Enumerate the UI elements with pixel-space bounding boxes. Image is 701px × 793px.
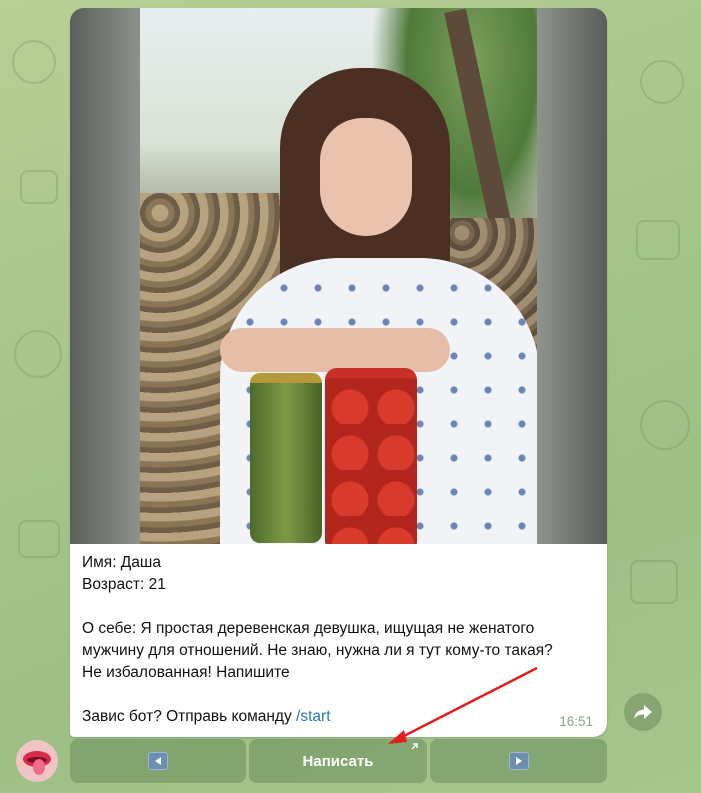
profile-about-line: Не избалованная! Напишите <box>82 664 290 681</box>
right-arrow-icon <box>508 752 529 770</box>
previous-button[interactable] <box>70 739 246 783</box>
background-doodle <box>14 330 62 378</box>
write-button[interactable]: Написать <box>249 739 427 783</box>
background-doodle <box>18 520 60 558</box>
background-doodle <box>636 220 680 260</box>
forward-button[interactable] <box>624 693 662 731</box>
message-text: Имя: Даша Возраст: 21 О себе: Я простая … <box>70 544 607 728</box>
background-doodle <box>640 400 690 450</box>
background-doodle <box>630 560 678 604</box>
photo-blur-right <box>537 8 607 544</box>
lips-icon <box>23 751 51 775</box>
share-arrow-icon <box>634 705 652 719</box>
next-button[interactable] <box>430 739 607 783</box>
background-doodle <box>640 60 684 104</box>
bot-hint-text: Завис бот? Отправь команду <box>82 708 297 725</box>
photo-blur-left <box>70 8 140 544</box>
profile-about-line: О себе: Я простая деревенская девушка, и… <box>82 620 535 637</box>
bot-avatar[interactable] <box>16 740 58 782</box>
profile-name: Имя: Даша <box>82 554 161 571</box>
external-link-icon <box>411 743 418 750</box>
message-bubble: Имя: Даша Возраст: 21 О себе: Я простая … <box>70 8 607 737</box>
left-arrow-icon <box>148 752 168 770</box>
message-photo[interactable] <box>70 8 607 544</box>
start-command-link[interactable]: /start <box>296 708 330 725</box>
background-doodle <box>12 40 56 84</box>
profile-about-line: мужчину для отношений. Не знаю, нужна ли… <box>82 642 553 659</box>
background-doodle <box>20 170 58 204</box>
photo-image <box>140 8 537 544</box>
bot-hint: Завис бот? Отправь команду /start <box>82 706 595 728</box>
write-button-label: Написать <box>302 752 374 770</box>
message-time: 16:51 <box>559 714 593 729</box>
profile-age: Возраст: 21 <box>82 576 166 593</box>
